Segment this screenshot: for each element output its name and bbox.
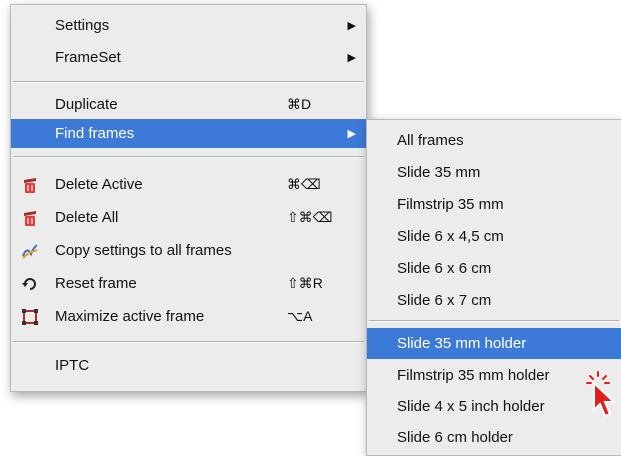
menu-item-label: Find frames — [55, 125, 135, 142]
menu-item-label: Slide 6 cm holder — [397, 429, 513, 446]
submenu-item-slide-6cm-holder[interactable]: Slide 6 cm holder — [367, 422, 621, 454]
maximize-icon — [21, 308, 39, 326]
find-frames-submenu: All frames Slide 35 mm Filmstrip 35 mm S… — [366, 119, 621, 456]
menu-item-shortcut: ⌘D — [287, 96, 312, 112]
menu-item-delete-active[interactable]: Delete Active ⌘⌫ — [11, 169, 366, 201]
submenu-item-all-frames[interactable]: All frames — [367, 125, 621, 157]
menu-item-label: Filmstrip 35 mm holder — [397, 367, 550, 384]
menu-item-label: FrameSet — [55, 49, 121, 66]
submenu-item-filmstrip-35mm-holder[interactable]: Filmstrip 35 mm holder — [367, 360, 621, 392]
submenu-arrow-icon: ▶ — [347, 52, 356, 64]
menu-item-reset-frame[interactable]: Reset frame ⇧⌘R — [11, 268, 366, 300]
menu-item-label: Maximize active frame — [55, 308, 205, 325]
submenu-item-filmstrip-35mm[interactable]: Filmstrip 35 mm — [367, 189, 621, 221]
submenu-item-slide-35mm-holder[interactable]: Slide 35 mm holder — [367, 328, 621, 359]
menu-item-label: Settings — [55, 17, 110, 34]
submenu-item-slide-6x6[interactable]: Slide 6 x 6 cm — [367, 253, 621, 285]
menu-item-find-frames[interactable]: Find frames ▶ — [11, 119, 366, 148]
menu-item-label: Slide 6 x 7 cm — [397, 292, 492, 309]
menu-separator — [13, 156, 364, 158]
menu-item-label: Slide 6 x 4,5 cm — [397, 228, 504, 245]
menu-item-label: Delete Active — [55, 176, 143, 193]
menu-item-label: Filmstrip 35 mm — [397, 196, 504, 213]
submenu-arrow-icon: ▶ — [347, 20, 356, 32]
menu-item-label: Delete All — [55, 209, 119, 226]
menu-item-shortcut: ⇧⌘⌫ — [287, 209, 333, 225]
trash-red-icon — [21, 176, 39, 194]
context-menu: Settings ▶ FrameSet ▶ Duplicate ⌘D Find … — [10, 4, 367, 392]
menu-item-label: All frames — [397, 132, 464, 149]
menu-separator — [13, 341, 364, 343]
reset-icon — [21, 275, 39, 293]
menu-item-copy-settings[interactable]: Copy settings to all frames — [11, 235, 366, 267]
menu-item-shortcut: ⇧⌘R — [287, 275, 323, 291]
trash-red-icon — [21, 209, 39, 227]
menu-item-label: Slide 4 x 5 inch holder — [397, 398, 545, 415]
menu-item-duplicate[interactable]: Duplicate ⌘D — [11, 89, 366, 121]
menu-separator — [369, 320, 619, 322]
menu-item-frameset[interactable]: FrameSet ▶ — [11, 42, 366, 74]
submenu-item-slide-35mm[interactable]: Slide 35 mm — [367, 157, 621, 189]
menu-item-label: Slide 6 x 6 cm — [397, 260, 492, 277]
menu-item-label: Slide 35 mm holder — [397, 335, 527, 352]
submenu-item-slide-4x5-holder[interactable]: Slide 4 x 5 inch holder — [367, 391, 621, 423]
submenu-arrow-icon: ▶ — [347, 128, 356, 140]
menu-separator — [13, 81, 364, 83]
menu-item-shortcut: ⌥A — [287, 308, 313, 324]
menu-item-iptc[interactable]: IPTC — [11, 350, 366, 382]
menu-item-shortcut: ⌘⌫ — [287, 176, 321, 192]
menu-item-label: Copy settings to all frames — [55, 242, 232, 259]
menu-item-label: Duplicate — [55, 96, 118, 113]
submenu-item-slide-6x7[interactable]: Slide 6 x 7 cm — [367, 285, 621, 317]
mouse-cursor-icon — [585, 370, 621, 430]
submenu-item-slide-6x45[interactable]: Slide 6 x 4,5 cm — [367, 221, 621, 253]
copy-settings-icon — [21, 242, 39, 260]
menu-item-label: Reset frame — [55, 275, 137, 292]
menu-item-label: Slide 35 mm — [397, 164, 481, 181]
menu-item-maximize-active-frame[interactable]: Maximize active frame ⌥A — [11, 301, 366, 333]
menu-item-label: IPTC — [55, 357, 90, 374]
menu-item-delete-all[interactable]: Delete All ⇧⌘⌫ — [11, 202, 366, 234]
menu-item-settings[interactable]: Settings ▶ — [11, 10, 366, 42]
